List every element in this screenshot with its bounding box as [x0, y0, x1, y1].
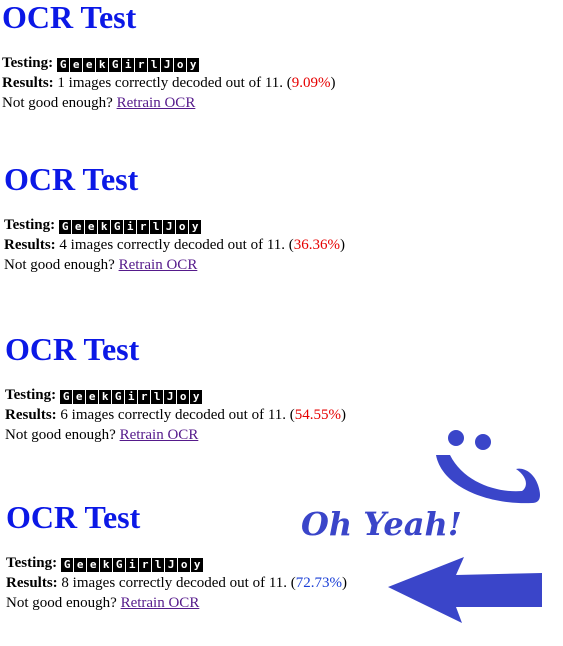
- retrain-prompt: Not good enough?: [5, 427, 120, 443]
- retrain-row: Not good enough? Retrain OCR: [2, 93, 402, 113]
- test-glyph: G: [57, 58, 70, 72]
- retrain-row: Not good enough? Retrain OCR: [6, 593, 406, 613]
- oh-yeah-caption: Oh Yeah!: [301, 505, 462, 543]
- test-glyph: r: [138, 390, 151, 404]
- test-glyph: r: [135, 58, 148, 72]
- ocr-test-panel-2: OCR Test Testing: GeekGirlJoy Results: 4…: [4, 162, 404, 275]
- test-glyph: e: [87, 558, 100, 572]
- test-glyph: e: [86, 390, 99, 404]
- results-label: Results:: [2, 75, 54, 91]
- results-close: ): [330, 75, 336, 91]
- test-glyph: J: [165, 558, 178, 572]
- test-glyph: l: [151, 390, 164, 404]
- test-glyph: o: [177, 390, 190, 404]
- retrain-prompt: Not good enough?: [2, 95, 117, 111]
- results-percent: 9.09%: [291, 75, 331, 91]
- test-glyph: e: [74, 558, 87, 572]
- test-glyph: J: [164, 390, 177, 404]
- test-glyph: k: [99, 390, 112, 404]
- testing-row: Testing: GeekGirlJoy: [4, 215, 404, 235]
- testing-label: Testing:: [2, 55, 54, 71]
- retrain-row: Not good enough? Retrain OCR: [4, 255, 404, 275]
- page-title: OCR Test: [5, 331, 140, 367]
- test-glyph: i: [124, 220, 137, 234]
- test-glyph: o: [176, 220, 189, 234]
- smiley-face-icon: [436, 430, 540, 504]
- left-arrow-icon: [388, 557, 542, 623]
- test-glyph: G: [113, 558, 126, 572]
- testing-label: Testing:: [4, 217, 56, 233]
- test-glyph: e: [72, 220, 85, 234]
- results-label: Results:: [4, 237, 56, 253]
- results-label: Results:: [5, 407, 57, 423]
- test-glyph: G: [60, 390, 73, 404]
- retrain-prompt: Not good enough?: [6, 595, 121, 611]
- test-glyph: r: [139, 558, 152, 572]
- test-glyph: l: [150, 220, 163, 234]
- retrain-prompt: Not good enough?: [4, 257, 119, 273]
- results-text: 8 images correctly decoded out of 11. (: [57, 575, 296, 591]
- test-glyph-strip: GeekGirlJoy: [57, 58, 200, 72]
- results-row: Results: 6 images correctly decoded out …: [5, 405, 405, 425]
- retrain-ocr-link[interactable]: Retrain OCR: [119, 257, 198, 273]
- results-percent: 72.73%: [295, 575, 343, 591]
- test-glyph: i: [125, 390, 138, 404]
- test-glyph: l: [152, 558, 165, 572]
- test-glyph: e: [85, 220, 98, 234]
- test-glyph: G: [111, 220, 124, 234]
- test-glyph: e: [73, 390, 86, 404]
- test-glyph: k: [100, 558, 113, 572]
- test-glyph: G: [112, 390, 125, 404]
- results-close: ): [341, 407, 347, 423]
- testing-row: Testing: GeekGirlJoy: [2, 53, 402, 73]
- retrain-ocr-link[interactable]: Retrain OCR: [121, 595, 200, 611]
- retrain-ocr-link[interactable]: Retrain OCR: [117, 95, 196, 111]
- test-glyph: y: [189, 220, 202, 234]
- results-percent: 54.55%: [294, 407, 342, 423]
- test-glyph: G: [59, 220, 72, 234]
- testing-row: Testing: GeekGirlJoy: [5, 385, 405, 405]
- test-glyph-strip: GeekGirlJoy: [61, 558, 204, 572]
- test-glyph: y: [191, 558, 204, 572]
- ocr-test-panel-3: OCR Test Testing: GeekGirlJoy Results: 6…: [5, 332, 405, 445]
- test-glyph: r: [137, 220, 150, 234]
- testing-label: Testing:: [6, 555, 58, 571]
- retrain-ocr-link[interactable]: Retrain OCR: [120, 427, 199, 443]
- test-glyph: y: [190, 390, 203, 404]
- results-text: 4 images correctly decoded out of 11. (: [55, 237, 294, 253]
- ocr-test-panel-1: OCR Test Testing: GeekGirlJoy Results: 1…: [2, 0, 402, 113]
- test-glyph: o: [174, 58, 187, 72]
- test-glyph: e: [70, 58, 83, 72]
- results-close: ): [342, 575, 348, 591]
- testing-row: Testing: GeekGirlJoy: [6, 553, 406, 573]
- testing-label: Testing:: [5, 387, 57, 403]
- retrain-row: Not good enough? Retrain OCR: [5, 425, 405, 445]
- results-percent: 36.36%: [293, 237, 341, 253]
- test-glyph: y: [187, 58, 200, 72]
- test-glyph: l: [148, 58, 161, 72]
- test-glyph: o: [178, 558, 191, 572]
- results-text: 1 images correctly decoded out of 11. (: [53, 75, 292, 91]
- test-glyph: i: [126, 558, 139, 572]
- test-glyph: i: [122, 58, 135, 72]
- results-row: Results: 1 images correctly decoded out …: [2, 73, 402, 93]
- results-label: Results:: [6, 575, 58, 591]
- test-glyph: G: [109, 58, 122, 72]
- test-glyph: G: [61, 558, 74, 572]
- test-glyph: J: [161, 58, 174, 72]
- test-glyph: k: [96, 58, 109, 72]
- test-glyph: e: [83, 58, 96, 72]
- results-text: 6 images correctly decoded out of 11. (: [56, 407, 295, 423]
- page-title: OCR Test: [4, 161, 139, 197]
- results-row: Results: 4 images correctly decoded out …: [4, 235, 404, 255]
- results-close: ): [340, 237, 346, 253]
- results-row: Results: 8 images correctly decoded out …: [6, 573, 406, 593]
- page-title: OCR Test: [2, 0, 137, 35]
- test-glyph-strip: GeekGirlJoy: [60, 390, 203, 404]
- test-glyph: J: [163, 220, 176, 234]
- test-glyph: k: [98, 220, 111, 234]
- test-glyph-strip: GeekGirlJoy: [59, 220, 202, 234]
